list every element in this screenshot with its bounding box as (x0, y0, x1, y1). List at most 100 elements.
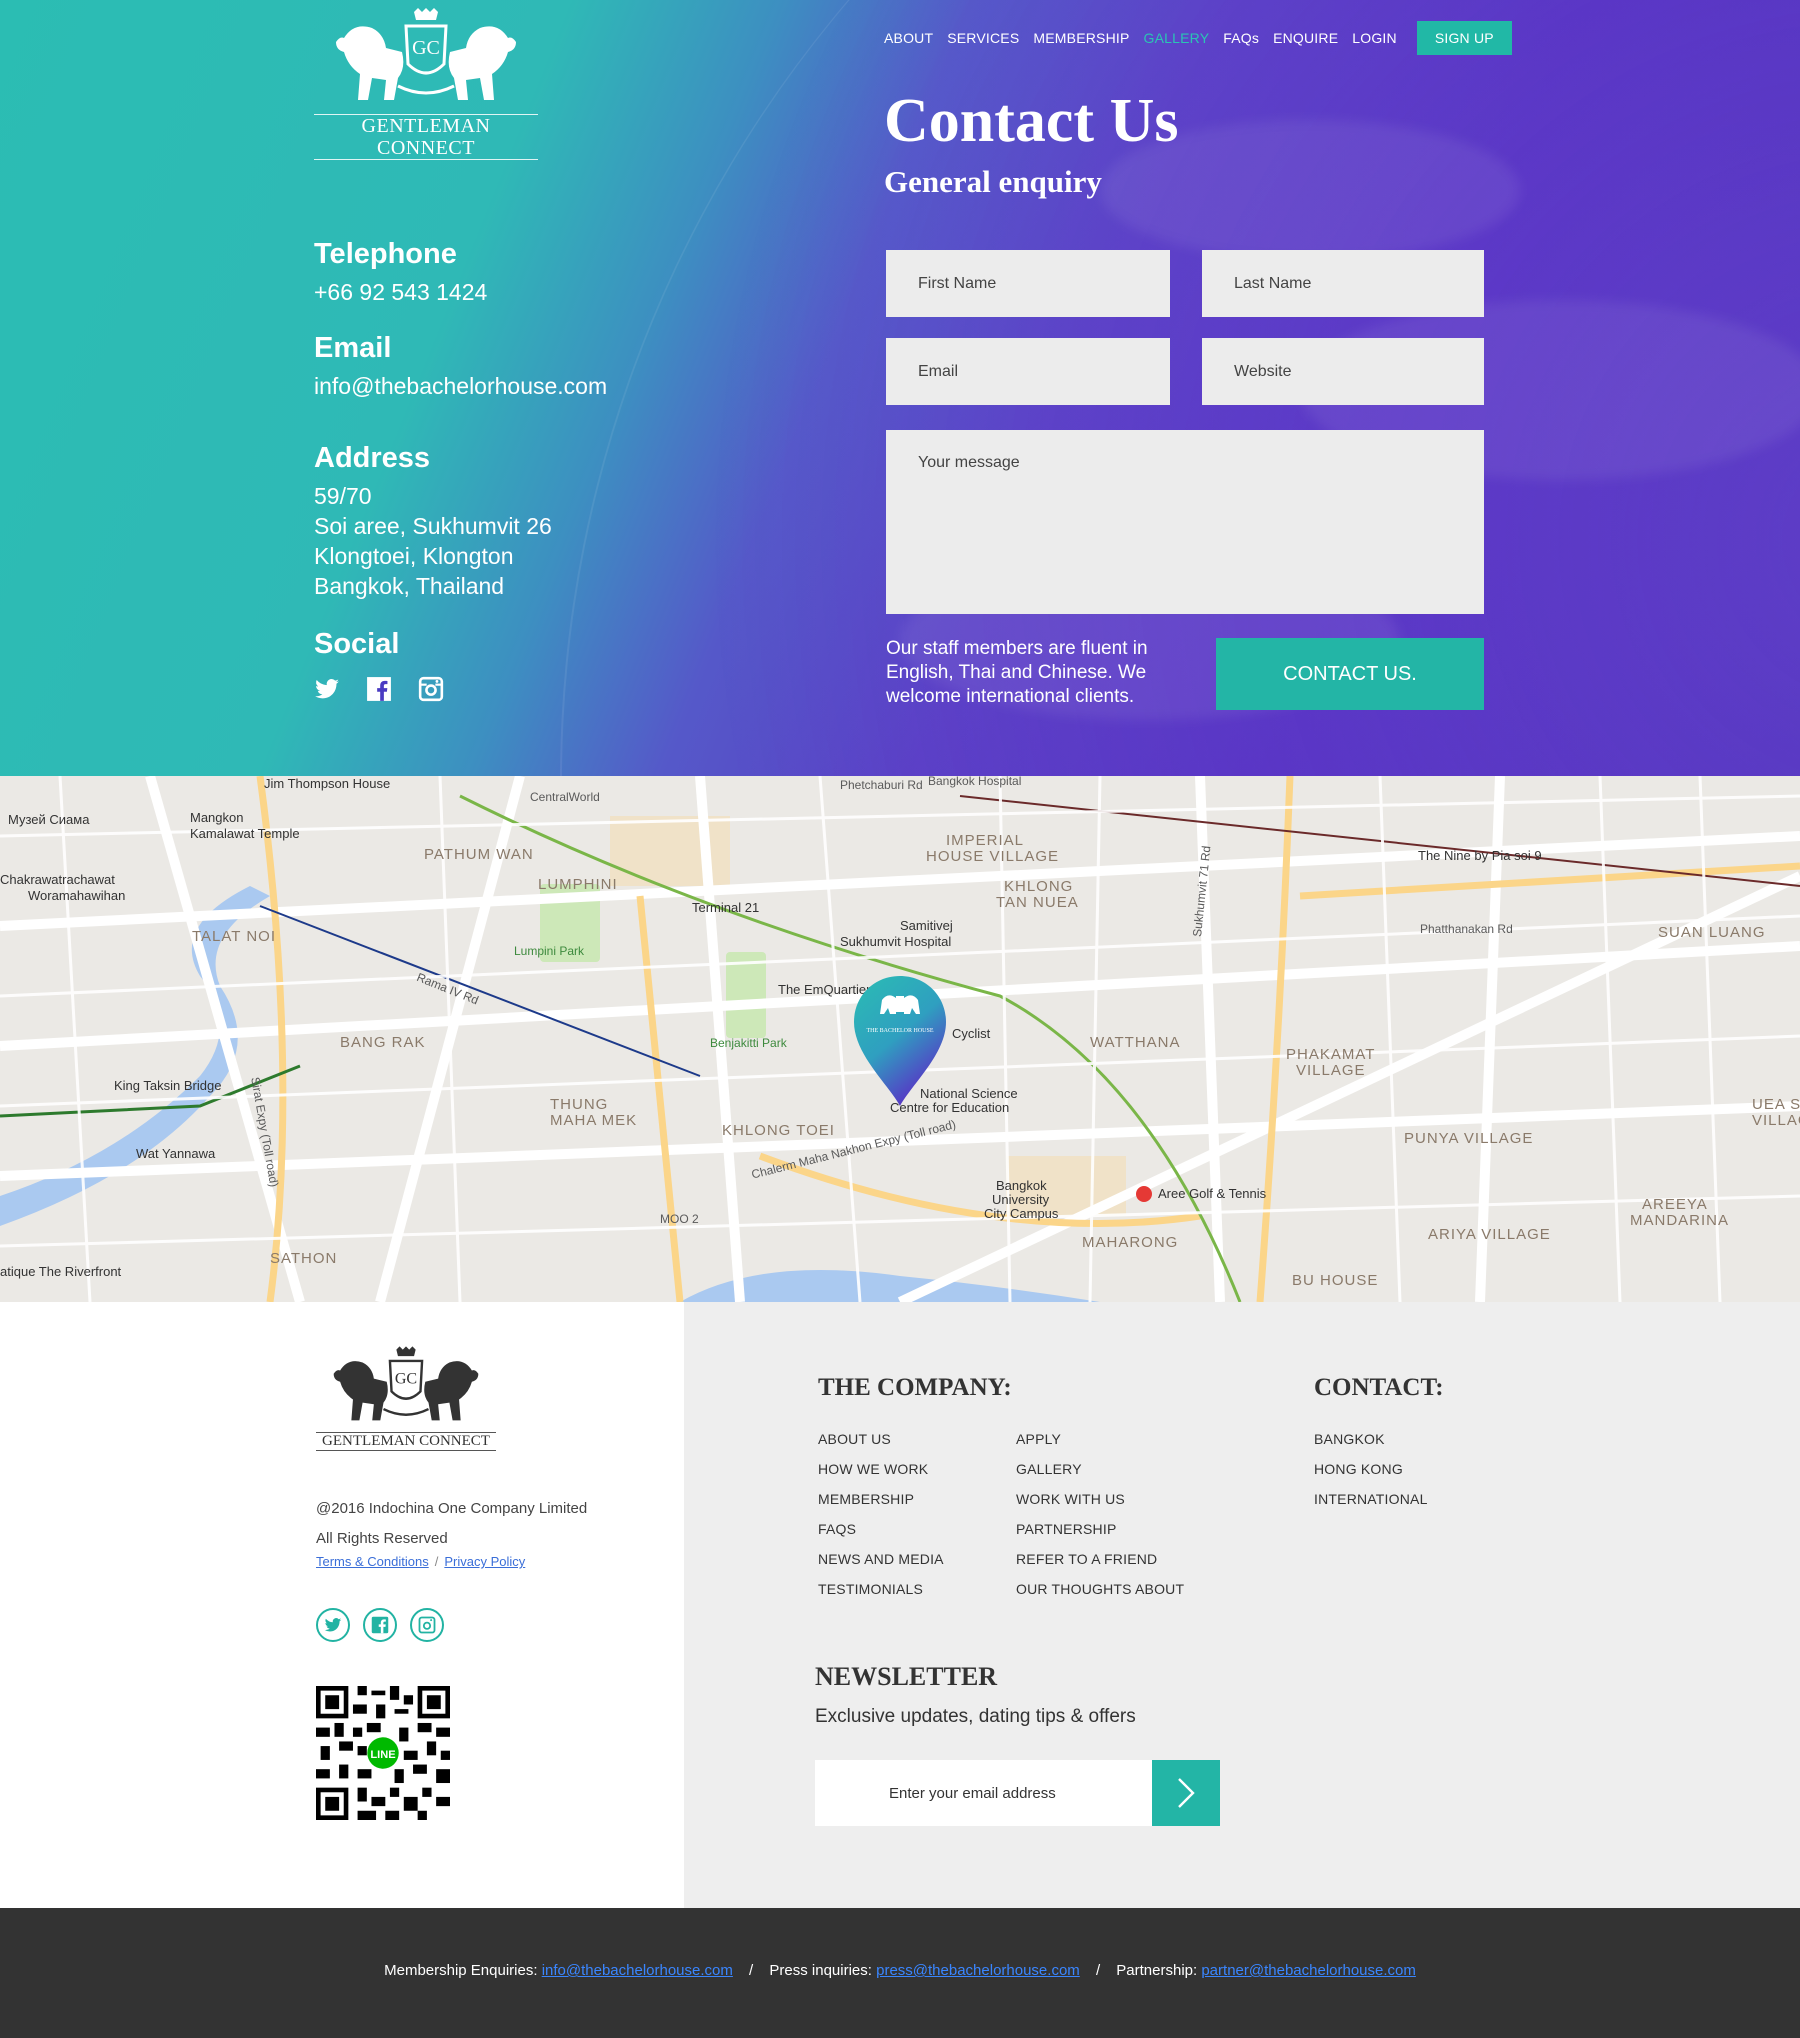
newsletter-subtitle: Exclusive updates, dating tips & offers (815, 1706, 1136, 1727)
nav-faqs[interactable]: FAQs (1223, 30, 1259, 46)
contact-submit-button[interactable]: CONTACT US. (1216, 638, 1484, 710)
hero-section: GC GENTLEMAN CONNECT ABOUT SERVICES MEMB… (0, 0, 1800, 776)
map-label: Bangkok Hospital (928, 776, 1022, 788)
map-label: THUNG (550, 1096, 609, 1113)
twitter-icon[interactable] (314, 676, 340, 702)
footer-brand-wordmark: GENTLEMAN CONNECT (316, 1432, 496, 1451)
map-label: Музей Сиама (8, 812, 90, 827)
footer-link-news-media[interactable]: NEWS AND MEDIA (818, 1544, 944, 1574)
company-links-col1: ABOUT US HOW WE WORK MEMBERSHIP FAQS NEW… (818, 1424, 944, 1604)
map-label: Wat Yannawa (136, 1146, 216, 1161)
footer-link-membership[interactable]: MEMBERSHIP (818, 1484, 944, 1514)
partnership-email-link[interactable]: partner@thebachelorhouse.com (1201, 1962, 1416, 1979)
telephone-value[interactable]: +66 92 543 1424 (314, 277, 487, 307)
company-column-title: THE COMPANY: (818, 1374, 1012, 1401)
address-line: Bangkok, Thailand (314, 573, 505, 599)
map-label: Cyclist (952, 1026, 991, 1041)
copyright-block: @2016 Indochina One Company Limited All … (316, 1494, 587, 1554)
address-line: Klongtoei, Klongton (314, 543, 514, 569)
map-label: University (992, 1192, 1050, 1207)
instagram-icon[interactable] (418, 676, 444, 702)
nav-gallery[interactable]: GALLERY (1144, 30, 1210, 46)
lions-crest-icon: GC (336, 8, 516, 101)
footer-link-gallery[interactable]: GALLERY (1016, 1454, 1184, 1484)
svg-text:GC: GC (395, 1370, 417, 1387)
first-name-field[interactable]: First Name (886, 250, 1170, 317)
footer-link-work-with-us[interactable]: WORK WITH US (1016, 1484, 1184, 1514)
map-label: MAHA MEK (550, 1112, 638, 1129)
footer-link-hong-kong[interactable]: HONG KONG (1314, 1454, 1428, 1484)
telephone-heading: Telephone (314, 238, 457, 270)
instagram-icon[interactable] (410, 1608, 444, 1642)
newsletter-email-input[interactable]: Enter your email address (815, 1760, 1153, 1826)
footer-link-faqs[interactable]: FAQS (818, 1514, 944, 1544)
contact-links: BANGKOK HONG KONG INTERNATIONAL (1314, 1424, 1428, 1514)
nav-enquire[interactable]: ENQUIRE (1273, 30, 1338, 46)
footer-link-how-we-work[interactable]: HOW WE WORK (818, 1454, 944, 1484)
map-label: VILLAGE (1296, 1062, 1366, 1079)
map-label: Phatthanakan Rd (1420, 922, 1513, 936)
footer-link-about-us[interactable]: ABOUT US (818, 1424, 944, 1454)
terms-link[interactable]: Terms & Conditions (316, 1554, 429, 1569)
map-label: KHLONG TOEI (722, 1122, 835, 1139)
map-label: KHLONG (1004, 878, 1074, 895)
telephone-block: Telephone +66 92 543 1424 (314, 238, 487, 307)
membership-email-link[interactable]: info@thebachelorhouse.com (542, 1962, 733, 1979)
copyright-text: @2016 Indochina One Company Limited (316, 1500, 588, 1517)
map-label: PHAKAMAT (1286, 1046, 1376, 1063)
facebook-icon[interactable] (363, 1608, 397, 1642)
page-subtitle: General enquiry (884, 164, 1102, 199)
website-field[interactable]: Website (1202, 338, 1484, 405)
email-field[interactable]: Email (886, 338, 1170, 405)
footer-link-international[interactable]: INTERNATIONAL (1314, 1484, 1428, 1514)
footer-link-partnership[interactable]: PARTNERSHIP (1016, 1514, 1184, 1544)
map-label: UEA SU (1752, 1096, 1800, 1113)
footer-link-testimonials[interactable]: TESTIMONIALS (818, 1574, 944, 1604)
address-line: 59/70 (314, 483, 372, 509)
nav-services[interactable]: SERVICES (947, 30, 1019, 46)
map-label: HOUSE VILLAGE (926, 848, 1060, 865)
footer-link-our-thoughts[interactable]: OUR THOUGHTS ABOUT (1016, 1574, 1184, 1604)
press-email-link[interactable]: press@thebachelorhouse.com (876, 1962, 1080, 1979)
map-label: MOO 2 (660, 1212, 699, 1226)
nav-membership[interactable]: MEMBERSHIP (1033, 30, 1129, 46)
message-field[interactable]: Your message (886, 430, 1484, 614)
map-label: atique The Riverfront (0, 1264, 122, 1279)
site-logo[interactable]: GC GENTLEMAN CONNECT (314, 8, 538, 160)
map-label: PUNYA VILLAGE (1404, 1130, 1534, 1147)
address-line: Soi aree, Sukhumvit 26 (314, 513, 552, 539)
line-qr-code[interactable]: LINE (316, 1686, 450, 1820)
twitter-icon[interactable] (316, 1608, 350, 1642)
map-label: LUMPHINI (538, 876, 618, 893)
footer-link-apply[interactable]: APPLY (1016, 1424, 1184, 1454)
last-name-field[interactable]: Last Name (1202, 250, 1484, 317)
nav-login[interactable]: LOGIN (1352, 30, 1397, 46)
map-label: Benjakitti Park (710, 1036, 787, 1050)
map-label: Samitivej (900, 918, 953, 933)
footer-social-links (316, 1608, 457, 1642)
chevron-right-icon (1178, 1778, 1195, 1808)
footer-link-bangkok[interactable]: BANGKOK (1314, 1424, 1428, 1454)
map-label: CentralWorld (530, 790, 600, 804)
facebook-icon[interactable] (366, 676, 392, 702)
newsletter-submit-button[interactable] (1152, 1760, 1220, 1826)
map-label: Mangkon (190, 810, 244, 825)
email-value[interactable]: info@thebachelorhouse.com (314, 371, 607, 401)
social-heading: Social (314, 628, 400, 660)
footer-link-refer-friend[interactable]: REFER TO A FRIEND (1016, 1544, 1184, 1574)
partnership-label: Partnership: (1116, 1962, 1198, 1979)
nav-about[interactable]: ABOUT (884, 30, 933, 46)
bottom-contact-line: Membership Enquiries: info@thebachelorho… (0, 1962, 1800, 1979)
map-label: TALAT NOI (192, 928, 277, 945)
map-label: King Taksin Bridge (114, 1078, 222, 1093)
rights-text: All Rights Reserved (316, 1530, 448, 1547)
signup-button[interactable]: SIGN UP (1416, 21, 1512, 55)
location-pin[interactable]: THE BACHELOR HOUSE (852, 974, 948, 1108)
main-nav: ABOUT SERVICES MEMBERSHIP GALLERY FAQs E… (884, 21, 1526, 55)
social-block: Social (314, 628, 399, 667)
company-links-col2: APPLY GALLERY WORK WITH US PARTNERSHIP R… (1016, 1424, 1184, 1604)
email-heading: Email (314, 332, 392, 364)
privacy-link[interactable]: Privacy Policy (444, 1554, 525, 1569)
footer-logo[interactable]: GC GENTLEMAN CONNECT (316, 1346, 496, 1452)
map-label: AREEYA (1642, 1196, 1708, 1213)
